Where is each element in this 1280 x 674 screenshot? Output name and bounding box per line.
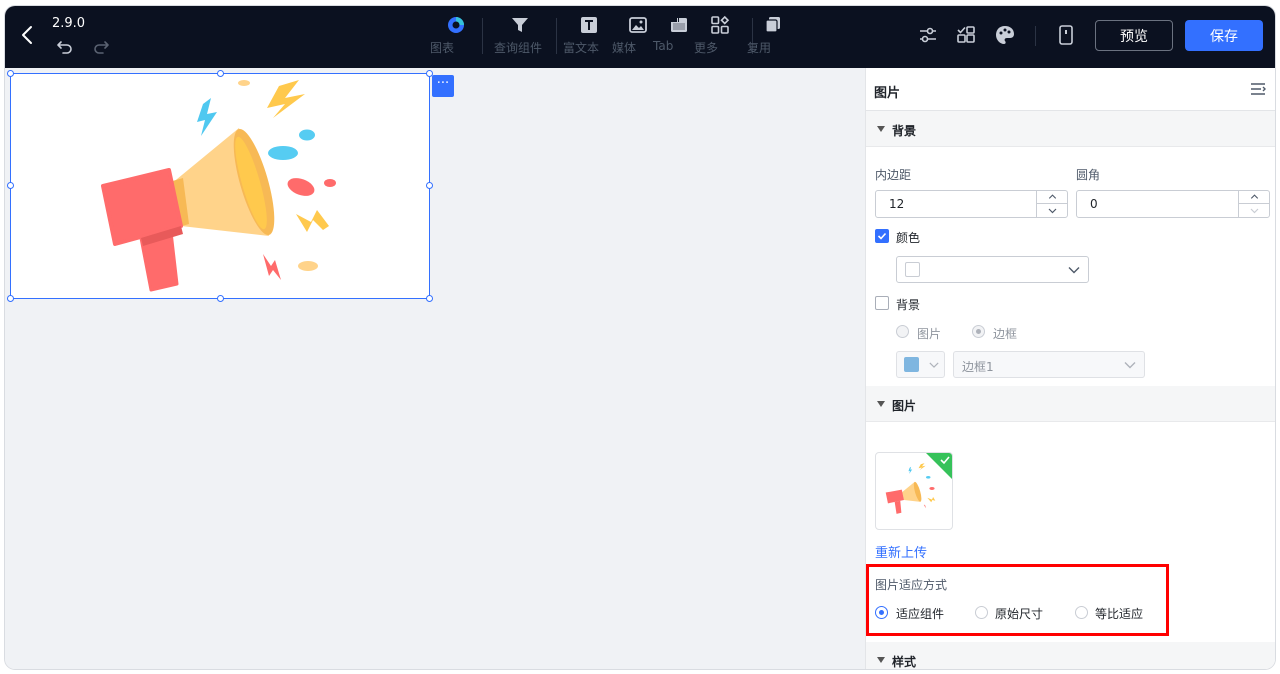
- border-style-select[interactable]: 边框1: [953, 351, 1145, 378]
- resize-handle[interactable]: [7, 70, 14, 77]
- back-arrow-icon[interactable]: [15, 22, 41, 48]
- padding-label: 内边距: [875, 168, 912, 182]
- section-image-header[interactable]: 图片: [866, 386, 1275, 422]
- media-icon: [629, 17, 647, 33]
- resize-handle[interactable]: [7, 295, 14, 302]
- undo-icon[interactable]: [56, 39, 74, 55]
- redo-icon[interactable]: [92, 39, 110, 55]
- radius-stepper[interactable]: 0: [1076, 190, 1270, 218]
- border-color-select[interactable]: [896, 351, 945, 378]
- panel-menu-icon[interactable]: [1250, 82, 1266, 96]
- top-toolbar: 2.9.0 图表 查询组件 富文本 媒体 Tab 更多 复用 预览 保存: [5, 6, 1275, 68]
- divider: [556, 18, 557, 54]
- component-more-button[interactable]: ···: [432, 75, 454, 97]
- tool-rich-text[interactable]: 富文本: [563, 15, 615, 61]
- increment-icon[interactable]: [1239, 191, 1270, 204]
- radius-label: 圆角: [1076, 168, 1101, 182]
- divider: [1035, 26, 1036, 46]
- color-picker-select[interactable]: [896, 256, 1089, 283]
- resize-handle[interactable]: [217, 70, 224, 77]
- layout-check-icon[interactable]: [955, 24, 977, 46]
- background-checkbox[interactable]: [875, 296, 889, 310]
- panel-header: 图片: [866, 68, 1275, 111]
- reuse-icon: [765, 17, 780, 33]
- ellipsis-icon: ···: [436, 76, 450, 91]
- collapse-triangle-icon: [877, 126, 885, 132]
- resize-handle[interactable]: [426, 182, 433, 189]
- resize-handle[interactable]: [7, 182, 14, 189]
- bg-image-radio[interactable]: [896, 325, 909, 338]
- image-thumbnail[interactable]: [875, 452, 953, 530]
- resize-handle[interactable]: [426, 295, 433, 302]
- decrement-icon[interactable]: [1037, 204, 1068, 217]
- image-component[interactable]: [7, 70, 433, 302]
- background-label: 背景: [896, 298, 921, 312]
- filter-icon: [512, 18, 528, 32]
- section-background-header[interactable]: 背景: [866, 111, 1275, 147]
- more-components-icon: [711, 15, 730, 34]
- tool-more[interactable]: 更多: [694, 15, 746, 61]
- save-button[interactable]: 保存: [1185, 20, 1263, 51]
- resize-handle[interactable]: [217, 295, 224, 302]
- border-color-swatch: [904, 357, 919, 372]
- highlight-box: [866, 564, 1169, 636]
- color-swatch: [905, 262, 920, 277]
- chevron-down-icon: [1124, 362, 1136, 369]
- chevron-down-icon: [929, 362, 939, 368]
- bg-border-radio-label: 边框: [993, 327, 1018, 341]
- decrement-icon[interactable]: [1239, 204, 1270, 217]
- preview-button[interactable]: 预览: [1095, 20, 1173, 51]
- settings-sliders-icon[interactable]: [917, 24, 939, 46]
- dashboard-canvas[interactable]: ···: [5, 68, 865, 669]
- check-icon: [877, 232, 887, 240]
- increment-icon[interactable]: [1037, 191, 1068, 204]
- bg-image-radio-label: 图片: [917, 327, 942, 341]
- bg-border-radio[interactable]: [972, 325, 985, 338]
- chevron-down-icon: [1068, 267, 1080, 274]
- theme-palette-icon[interactable]: [994, 24, 1016, 46]
- color-checkbox[interactable]: [875, 229, 889, 243]
- check-icon: [940, 456, 950, 465]
- properties-panel: 图片 背景 内边距 圆角 12 0 颜色 背景 图片 边框 边框1 图片 重新上…: [865, 68, 1275, 669]
- version-label: 2.9.0: [52, 16, 86, 31]
- rich-text-icon: [581, 17, 597, 33]
- tab-icon: [671, 18, 687, 32]
- collapse-triangle-icon: [877, 401, 885, 407]
- chart-icon: [448, 17, 464, 33]
- padding-stepper[interactable]: 12: [875, 190, 1068, 218]
- collapse-triangle-icon: [877, 657, 885, 663]
- megaphone-illustration: [101, 80, 336, 292]
- mobile-device-icon[interactable]: [1055, 24, 1077, 46]
- section-style-header[interactable]: 样式: [866, 642, 1275, 669]
- divider: [482, 18, 483, 54]
- panel-title: 图片: [874, 86, 901, 101]
- tool-reuse[interactable]: 复用: [747, 15, 799, 61]
- color-label: 颜色: [896, 231, 921, 245]
- reupload-link[interactable]: 重新上传: [875, 542, 927, 561]
- tool-filter[interactable]: 查询组件: [494, 15, 546, 61]
- tool-chart[interactable]: 图表: [430, 15, 482, 61]
- app-window: 2.9.0 图表 查询组件 富文本 媒体 Tab 更多 复用 预览 保存 ···…: [5, 6, 1275, 669]
